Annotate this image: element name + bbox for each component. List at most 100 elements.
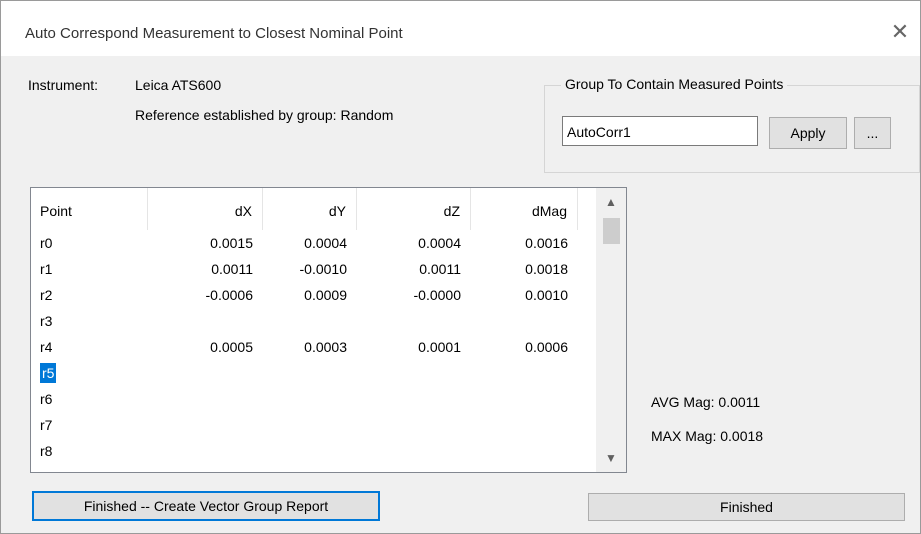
cell-dz — [357, 360, 471, 386]
cell-dy: 0.0003 — [263, 334, 357, 360]
cell-dx: -0.0006 — [148, 282, 263, 308]
cell-text: -0.0006 — [205, 287, 253, 303]
cell-dmag: 0.0018 — [471, 256, 578, 282]
cell-text: 0.0011 — [211, 261, 253, 277]
cell-dz — [357, 308, 471, 334]
cell-dx — [148, 308, 263, 334]
cell-point: r4 — [31, 334, 148, 360]
cell-text: 0.0001 — [418, 339, 461, 355]
scroll-up-icon[interactable]: ▲ — [596, 188, 626, 216]
max-mag: MAX Mag: 0.0018 — [651, 428, 764, 444]
group-legend: Group To Contain Measured Points — [561, 76, 788, 92]
cell-text: 0.0005 — [210, 339, 253, 355]
table-row[interactable]: r6 — [31, 386, 596, 412]
cell-dy — [263, 308, 357, 334]
cell-dy — [263, 386, 357, 412]
table-row[interactable]: r1 0.0011 -0.0010 0.0011 0.0018 — [31, 256, 596, 282]
cell-dmag: 0.0016 — [471, 230, 578, 256]
table-row[interactable]: r0 0.0015 0.0004 0.0004 0.0016 — [31, 230, 596, 256]
cell-point: r8 — [31, 438, 148, 464]
table-row[interactable]: r3 — [31, 308, 596, 334]
column-header-dy[interactable]: dY — [263, 188, 357, 230]
column-header-point[interactable]: Point — [31, 188, 148, 230]
table-row[interactable]: r2 -0.0006 0.0009 -0.0000 0.0010 — [31, 282, 596, 308]
cell-dy — [263, 412, 357, 438]
close-icon[interactable]: ✕ — [880, 15, 920, 49]
finished-create-report-button[interactable]: Finished -- Create Vector Group Report — [32, 491, 380, 521]
group-name-input[interactable]: AutoCorr1 — [562, 116, 758, 146]
table-row[interactable]: r4 0.0005 0.0003 0.0001 0.0006 — [31, 334, 596, 360]
cell-dx: 0.0011 — [148, 256, 263, 282]
cell-text: -0.0000 — [413, 287, 461, 303]
cell-dy: 0.0004 — [263, 230, 357, 256]
cell-dmag: 0.0006 — [471, 334, 578, 360]
cell-dx — [148, 438, 263, 464]
cell-point: r5 — [31, 360, 148, 386]
avg-mag: AVG Mag: 0.0011 — [651, 394, 761, 410]
table-row[interactable]: r9 — [31, 464, 596, 472]
cell-text: 0.0006 — [525, 339, 568, 355]
instrument-label: Instrument: — [28, 77, 99, 93]
cell-dx — [148, 386, 263, 412]
scroll-down-icon[interactable]: ▼ — [596, 444, 626, 472]
finished-button[interactable]: Finished — [588, 493, 905, 521]
cell-text: 0.0015 — [210, 235, 253, 251]
cell-dx — [148, 360, 263, 386]
column-header-dz[interactable]: dZ — [357, 188, 471, 230]
cell-dy — [263, 464, 357, 472]
cell-text: 0.0009 — [304, 287, 347, 303]
cell-point: r9 — [31, 464, 148, 472]
apply-button[interactable]: Apply — [769, 117, 847, 149]
cell-dx: 0.0015 — [148, 230, 263, 256]
cell-text: r0 — [40, 235, 53, 251]
cell-dmag — [471, 412, 578, 438]
cell-text: r9 — [40, 469, 52, 472]
cell-dz: 0.0004 — [357, 230, 471, 256]
scrollbar-thumb[interactable] — [603, 218, 620, 244]
cell-point: r3 — [31, 308, 148, 334]
title-bar: Auto Correspond Measurement to Closest N… — [1, 1, 920, 56]
cell-text: 0.0011 — [419, 261, 461, 277]
vertical-scrollbar[interactable]: ▲ ▼ — [596, 188, 626, 472]
window-title: Auto Correspond Measurement to Closest N… — [25, 25, 403, 42]
list-header: Point dX dY dZ dMag — [31, 188, 596, 230]
cell-text: r8 — [40, 443, 53, 459]
cell-dx — [148, 464, 263, 472]
cell-text: r7 — [40, 417, 53, 433]
cell-text: 0.0016 — [525, 235, 568, 251]
cell-point: r2 — [31, 282, 148, 308]
cell-dmag — [471, 308, 578, 334]
cell-dz: -0.0000 — [357, 282, 471, 308]
cell-text: 0.0003 — [304, 339, 347, 355]
cell-dy: 0.0009 — [263, 282, 357, 308]
browse-button[interactable]: ... — [854, 117, 891, 149]
table-row[interactable]: r7 — [31, 412, 596, 438]
cell-dx: 0.0005 — [148, 334, 263, 360]
cell-text: 0.0010 — [525, 287, 568, 303]
cell-text: 0.0004 — [418, 235, 461, 251]
cell-point: r0 — [31, 230, 148, 256]
table-row[interactable]: r8 — [31, 438, 596, 464]
cell-dmag — [471, 360, 578, 386]
cell-text: r3 — [40, 313, 53, 329]
instrument-value: Leica ATS600 — [135, 77, 222, 93]
points-list[interactable]: Point dX dY dZ dMag r0 0.0015 0.0004 0.0004… — [30, 187, 627, 473]
cell-text: r2 — [40, 287, 53, 303]
cell-dz — [357, 412, 471, 438]
cell-text: 0.0004 — [304, 235, 347, 251]
cell-text: -0.0010 — [299, 261, 347, 277]
cell-dz: 0.0011 — [357, 256, 471, 282]
column-header-dx[interactable]: dX — [148, 188, 263, 230]
cell-dmag — [471, 438, 578, 464]
cell-dy: -0.0010 — [263, 256, 357, 282]
cell-text: r1 — [40, 261, 53, 277]
cell-text: r4 — [40, 339, 53, 355]
cell-text: r5 — [40, 363, 57, 383]
cell-dy — [263, 438, 357, 464]
cell-point: r7 — [31, 412, 148, 438]
cell-dmag: 0.0010 — [471, 282, 578, 308]
column-header-dmag[interactable]: dMag — [471, 188, 578, 230]
cell-point: r1 — [31, 256, 148, 282]
dialog-window: Auto Correspond Measurement to Closest N… — [0, 0, 921, 534]
table-row[interactable]: r5 — [31, 360, 596, 386]
